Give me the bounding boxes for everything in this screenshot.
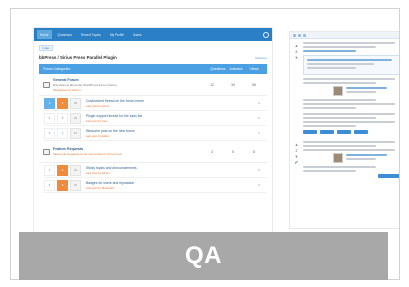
action-button xyxy=(337,130,351,134)
topic-answers: 3 xyxy=(57,164,68,176)
topic-replies: 4 xyxy=(258,101,260,105)
nav-tab-profile: My Profile xyxy=(109,32,125,37)
topic-views: 54 xyxy=(70,97,81,109)
submit-answer-button xyxy=(378,174,399,178)
topic-title: Plugin support thread for the topic list xyxy=(86,113,142,118)
vote-down-icon: ▼ xyxy=(294,154,299,159)
banner-label: QA xyxy=(185,242,222,269)
answer-vote: ▲ 2 ▼ ✔ xyxy=(293,141,300,178)
header-col: Questions xyxy=(210,67,226,71)
breadcrumb: Index xyxy=(39,45,53,51)
question-vote-count: 5 xyxy=(295,50,298,54)
topic-replies: 2 xyxy=(258,168,260,172)
search-icon xyxy=(263,31,269,38)
category-count: 5 xyxy=(232,149,234,154)
forum-category-icon xyxy=(43,81,50,88)
category-count: 56 xyxy=(252,82,256,87)
topic-row: 1 5 23 Plugin support thread for the top… xyxy=(44,111,267,126)
topic-votes: 3 xyxy=(44,97,55,109)
category-count: 3 xyxy=(211,149,213,154)
topic-meta: Last post by Editor xyxy=(86,133,110,138)
qa-top-bar xyxy=(290,32,399,39)
topic-votes: 0 xyxy=(44,127,55,139)
forum-stats: Statistics xyxy=(254,55,267,60)
header-name: Forum Categories xyxy=(43,67,71,71)
topic-title: Badges for users and reputation xyxy=(86,180,135,185)
topic-meta: Last post by Moderator xyxy=(86,185,115,190)
topic-answers: 5 xyxy=(57,112,68,124)
vote-up-icon: ▲ xyxy=(294,43,299,48)
topic-replies: 2 xyxy=(258,116,260,120)
forum-category-icon xyxy=(43,148,50,155)
topic-views: 23 xyxy=(70,112,81,124)
nav-tab-recent: Recent Topics xyxy=(80,32,101,37)
question-code-panel xyxy=(303,55,399,75)
nav-tab-questions: Questions xyxy=(57,32,72,37)
forum-nav-bar: Home Questions Recent Topics My Profile … xyxy=(34,28,272,41)
topic-title: Sticky topics and announcements xyxy=(86,165,137,170)
category-moderator: Moderated by Admin xyxy=(53,87,81,92)
topic-answers: 0 xyxy=(57,179,68,191)
topic-row: 4 0 31 Badges for users and reputation L… xyxy=(44,178,267,193)
forum-category: General Forum Discussions about the Word… xyxy=(39,74,267,96)
vote-up-icon: ▲ xyxy=(294,142,299,147)
topic-votes: 1 xyxy=(44,112,55,124)
topic-row: 2 3 19 Sticky topics and announcements L… xyxy=(44,163,267,178)
answer-block: ▲ 2 ▼ ✔ xyxy=(290,137,399,178)
question-block: ▲ 5 ▼ xyxy=(290,39,399,111)
accepted-check-icon: ✔ xyxy=(294,160,299,166)
action-button xyxy=(320,130,334,134)
topic-title: Welcome post on the new forum xyxy=(86,128,135,133)
header-col: Answers xyxy=(229,67,243,71)
category-count: 34 xyxy=(231,82,235,87)
topic-row: 0 1 12 Welcome post on the new forum Las… xyxy=(44,126,267,141)
topic-replies: 1 xyxy=(258,131,260,135)
topic-title: Customized thread on the forum home xyxy=(86,98,144,103)
forum-title: bbPress / Sirius Press Parallel Plugin xyxy=(39,55,117,60)
avatar xyxy=(333,86,343,96)
topic-replies: 0 xyxy=(258,183,260,187)
question-vote: ▲ 5 ▼ xyxy=(293,42,300,111)
qa-screenshot: ▲ 5 ▼ ▲ 2 ▼ ✔ xyxy=(289,31,399,229)
header-col: Views xyxy=(249,67,259,71)
forum-category: Feature Requests Ideas and suggestions f… xyxy=(39,141,267,163)
comments-block xyxy=(290,111,399,137)
forum-table-header: Forum Categories Questions Answers Views xyxy=(39,64,267,74)
category-count: 8 xyxy=(253,149,255,154)
nav-tab-home: Home xyxy=(37,30,52,39)
topic-votes: 2 xyxy=(44,164,55,176)
action-button xyxy=(303,130,317,134)
category-name: General Forum xyxy=(53,77,79,82)
topic-answers: 1 xyxy=(57,127,68,139)
answer-author xyxy=(333,153,399,163)
question-author xyxy=(333,86,399,96)
avatar xyxy=(333,153,343,163)
forum-screenshot: Home Questions Recent Topics My Profile … xyxy=(33,27,273,237)
topic-views: 19 xyxy=(70,164,81,176)
answer-vote-count: 2 xyxy=(295,149,298,153)
topic-answers: 2 xyxy=(57,97,68,109)
category-count: 12 xyxy=(210,82,214,87)
topic-views: 12 xyxy=(70,127,81,139)
topic-row: 3 2 54 Customized thread on the forum ho… xyxy=(44,96,267,111)
topic-votes: 4 xyxy=(44,179,55,191)
category-desc: Ideas and suggestions for new features o… xyxy=(53,152,123,156)
topic-views: 31 xyxy=(70,179,81,191)
topic-meta: Last post by Admin xyxy=(86,103,110,108)
vote-down-icon: ▼ xyxy=(294,55,299,60)
nav-tab-users: Users xyxy=(133,32,142,37)
category-banner[interactable]: QA xyxy=(19,232,388,280)
qa-action-buttons xyxy=(303,130,399,134)
category-desc: Discussions about the WordPress Forum th… xyxy=(53,82,117,87)
action-button xyxy=(354,130,368,134)
topic-meta: Last post by User xyxy=(86,118,108,123)
category-name: Feature Requests xyxy=(53,147,84,151)
topic-meta: Last post by Admin xyxy=(86,170,110,175)
